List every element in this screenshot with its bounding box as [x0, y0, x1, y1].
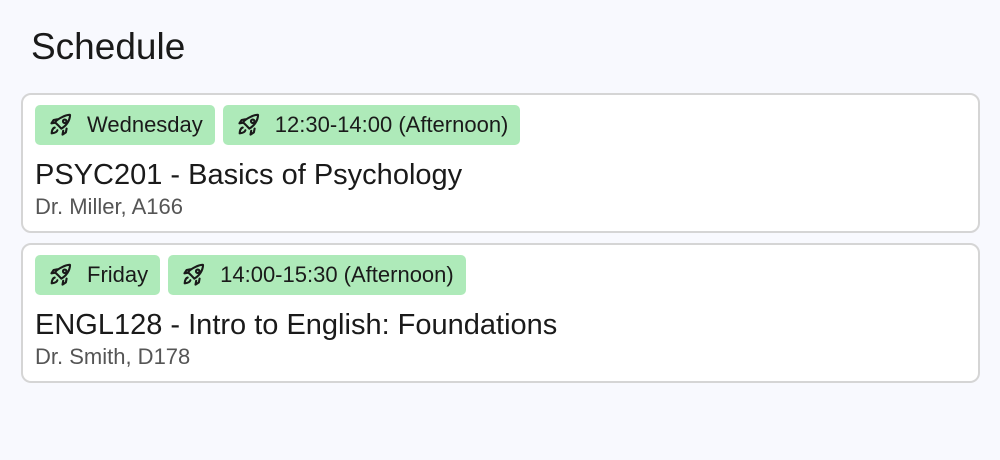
rocket-icon	[47, 111, 75, 139]
tag-row: Friday 14:00-15:30 (Afternoon)	[35, 255, 978, 295]
course-card[interactable]: Wednesday 12:30-14:00 (Afternoon) PSYC20…	[21, 93, 980, 233]
time-label: 12:30-14:00 (Afternoon)	[274, 112, 509, 137]
rocket-icon	[180, 261, 208, 289]
course-card[interactable]: Friday 14:00-15:30 (Afternoon) ENGL128 -…	[21, 243, 980, 383]
page-title: Schedule	[31, 26, 186, 67]
course-title: ENGL128 - Intro to English: Foundations	[35, 309, 558, 341]
rocket-icon	[235, 111, 263, 139]
course-title: PSYC201 - Basics of Psychology	[35, 159, 463, 191]
time-tag: 14:00-15:30 (Afternoon)	[168, 255, 466, 295]
rocket-icon	[47, 261, 75, 289]
course-instructor-room: Dr. Smith, D178	[35, 344, 191, 369]
tag-row: Wednesday 12:30-14:00 (Afternoon)	[35, 105, 978, 145]
time-label: 14:00-15:30 (Afternoon)	[220, 262, 454, 287]
day-tag: Friday	[35, 255, 161, 295]
day-label: Wednesday	[87, 112, 203, 137]
day-tag: Wednesday	[35, 105, 215, 145]
day-label: Friday	[87, 262, 149, 287]
course-list: Wednesday 12:30-14:00 (Afternoon) PSYC20…	[21, 93, 980, 393]
course-instructor-room: Dr. Miller, A166	[35, 194, 183, 219]
time-tag: 12:30-14:00 (Afternoon)	[222, 105, 521, 145]
